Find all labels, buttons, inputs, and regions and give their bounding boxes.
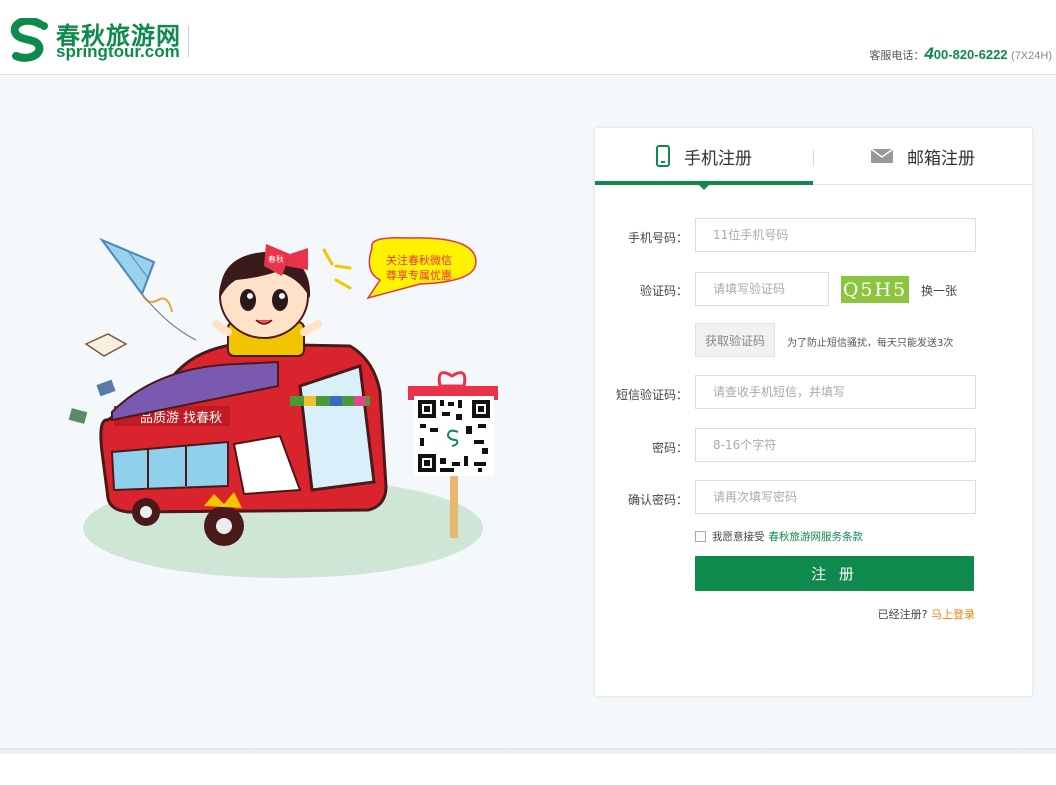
terms-agreement: 我愿意接受 春秋旅游网服务条款	[695, 529, 863, 544]
agree-text: 我愿意接受	[712, 531, 765, 543]
customer-hotline: 客服电话：400-820-6222 (7X24H)	[869, 44, 1052, 64]
captcha-code-input[interactable]	[695, 272, 829, 306]
confirm-password-input[interactable]	[695, 480, 976, 514]
springtour-logo[interactable]: 春秋旅游网 springtour.com	[6, 18, 190, 62]
bubble-line-1: 关注春秋微信	[386, 253, 452, 267]
sms-code-input[interactable]	[695, 375, 976, 409]
kite-icon	[99, 237, 197, 341]
envelope-icon	[871, 149, 893, 163]
sms-limit-tip: 为了防止短信骚扰，每天只能发送3次	[787, 338, 954, 349]
service-terms-link[interactable]: 春秋旅游网服务条款	[769, 529, 864, 544]
tab-email-register[interactable]: 邮箱注册	[814, 128, 1032, 184]
hotline-label: 客服电话：	[869, 49, 925, 62]
hotline-hours: (7X24H)	[1011, 50, 1052, 62]
register-submit-button[interactable]: 注 册	[695, 556, 974, 591]
bubble-line-2: 尊享专属优惠	[386, 268, 452, 282]
captcha-image[interactable]: Q5H5	[841, 276, 909, 303]
login-prompt: 已经注册? 马上登录	[878, 606, 975, 622]
site-header: 春秋旅游网 springtour.com 客服电话：400-820-6222 (…	[0, 0, 1056, 75]
hotline-number: 400-820-6222	[924, 44, 1008, 63]
speech-bubble: 关注春秋微信 尊享专属优惠	[366, 236, 477, 300]
phone-number-input[interactable]	[695, 218, 976, 252]
confirm-password-label: 确认密码：	[627, 493, 688, 507]
tab-phone-register[interactable]: 手机注册	[595, 128, 813, 190]
active-tab-caret-icon	[699, 185, 709, 190]
mobile-phone-icon	[656, 145, 670, 167]
registration-panel: 手机注册 邮箱注册 手机号码： 验证码： Q5H5 换一张 获取验证码 为了防止…	[595, 128, 1032, 696]
girl-character: 春秋	[212, 244, 322, 357]
agree-terms-checkbox[interactable]	[695, 531, 706, 542]
tab-phone-label: 手机注册	[684, 148, 752, 169]
password-label: 密码：	[651, 441, 688, 455]
sparkle-lines	[322, 248, 352, 290]
get-sms-code-button[interactable]: 获取验证码	[695, 323, 775, 357]
promo-illustration: 品质游 找春秋 春秋 关注春秋微信 尊享专属优惠	[68, 236, 498, 578]
registration-tabs: 手机注册 邮箱注册	[595, 128, 1032, 190]
already-registered-text: 已经注册?	[877, 608, 928, 621]
logo-divider	[188, 26, 189, 58]
captcha-code-label: 验证码：	[639, 284, 688, 298]
tab-email-label: 邮箱注册	[907, 148, 975, 169]
refresh-captcha-link[interactable]: 换一张	[921, 282, 957, 299]
logo-english-text: springtour.com	[56, 42, 180, 61]
footer-divider	[0, 748, 1056, 754]
phone-number-label: 手机号码：	[627, 231, 688, 245]
password-input[interactable]	[695, 428, 976, 462]
sms-code-label: 短信验证码：	[615, 388, 688, 402]
logo-s-mark-icon	[10, 18, 48, 62]
bow-text: 春秋	[268, 254, 284, 264]
bus-slogan: 品质游 找春秋	[140, 411, 222, 426]
login-now-link[interactable]: 马上登录	[931, 608, 975, 621]
